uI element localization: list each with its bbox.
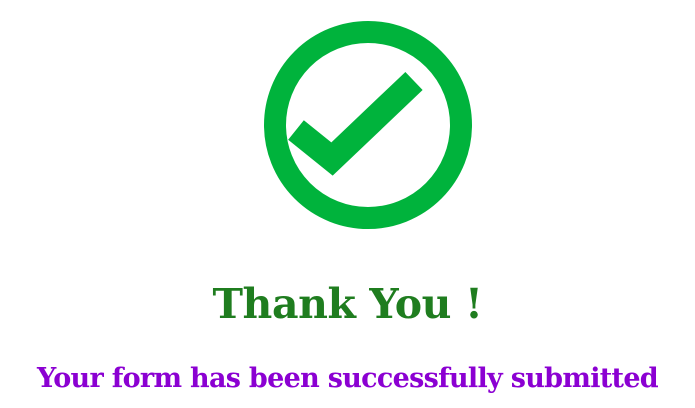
thank-you-heading: Thank You ! [212,280,483,328]
submission-confirmation-text: Your form has been successfully submitte… [37,363,659,394]
form-success-page: Thank You ! Your form has been successfu… [0,0,695,408]
check-circle-svg [264,21,472,229]
checkmark-icon [288,71,423,176]
check-circle-icon [262,7,474,243]
